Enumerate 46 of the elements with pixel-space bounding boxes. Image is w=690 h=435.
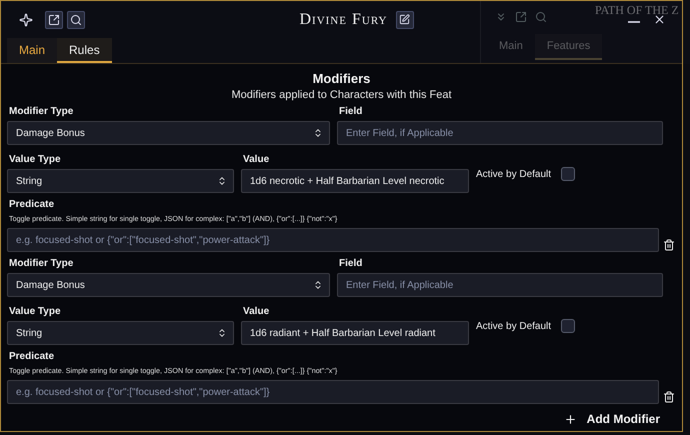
field-label: Field <box>339 106 364 117</box>
checkbox-label: Active by Default <box>476 168 552 180</box>
minimize-icon[interactable] <box>628 20 640 22</box>
field-input[interactable]: Enter Field, if Applicable <box>337 273 663 297</box>
window-title: Divine Fury <box>299 10 388 28</box>
value-input[interactable]: 1d6 radiant + Half Barbarian Level radiant <box>241 321 469 345</box>
chevron-updown-icon <box>217 328 227 338</box>
field-label: Value Type <box>9 154 62 165</box>
field-label: Value <box>243 306 270 317</box>
predicate-input[interactable]: e.g. focused-shot or {"or":["focused-shot","power-attack"]} <box>7 228 659 252</box>
external-link-icon <box>515 11 527 23</box>
delete-button[interactable] <box>663 239 675 251</box>
value-input[interactable]: 1d6 necrotic + Half Barbarian Level necrotic <box>241 169 469 193</box>
window-title: PATH OF THE Z <box>595 4 679 16</box>
field-label: Field <box>339 258 364 269</box>
search-icon <box>535 11 547 23</box>
chevrons-down-icon <box>495 11 507 23</box>
chevron-updown-icon <box>217 176 227 186</box>
section-title: Modifiers <box>312 71 372 86</box>
search-icon[interactable] <box>67 10 85 28</box>
chevron-updown-icon <box>313 280 323 290</box>
field-label: Predicate <box>9 199 56 210</box>
value-type-select[interactable]: String <box>7 321 234 345</box>
field-label: Value Type <box>9 306 62 317</box>
add-modifier-button[interactable]: Add Modifier <box>564 412 660 426</box>
tab[interactable]: Rules <box>57 38 112 63</box>
field-label: Modifier Type <box>9 106 74 117</box>
delete-button[interactable] <box>663 391 675 403</box>
checkbox-label: Active by Default <box>476 320 552 332</box>
value-type-select[interactable]: String <box>7 169 234 193</box>
field-input[interactable]: Enter Field, if Applicable <box>337 121 663 145</box>
section-subtitle: Modifiers applied to Characters with this Feat <box>230 89 453 101</box>
field-label: Value <box>243 154 270 165</box>
plus-icon <box>564 412 577 426</box>
field-label: Predicate <box>9 351 56 362</box>
tab[interactable]: Main <box>7 38 58 63</box>
predicate-input[interactable]: e.g. focused-shot or {"or":["focused-shot","power-attack"]} <box>7 380 659 404</box>
modifier-type-select[interactable]: Damage Bonus <box>7 273 330 297</box>
sparkle-icon[interactable] <box>17 10 35 28</box>
active-checkbox[interactable] <box>561 319 576 333</box>
modifier-type-select[interactable]: Damage Bonus <box>7 121 330 145</box>
field-label: Modifier Type <box>9 258 74 269</box>
external-link-icon[interactable] <box>45 10 63 28</box>
edit-icon[interactable] <box>396 10 414 28</box>
chevron-updown-icon <box>313 128 323 138</box>
active-checkbox[interactable] <box>561 167 576 181</box>
